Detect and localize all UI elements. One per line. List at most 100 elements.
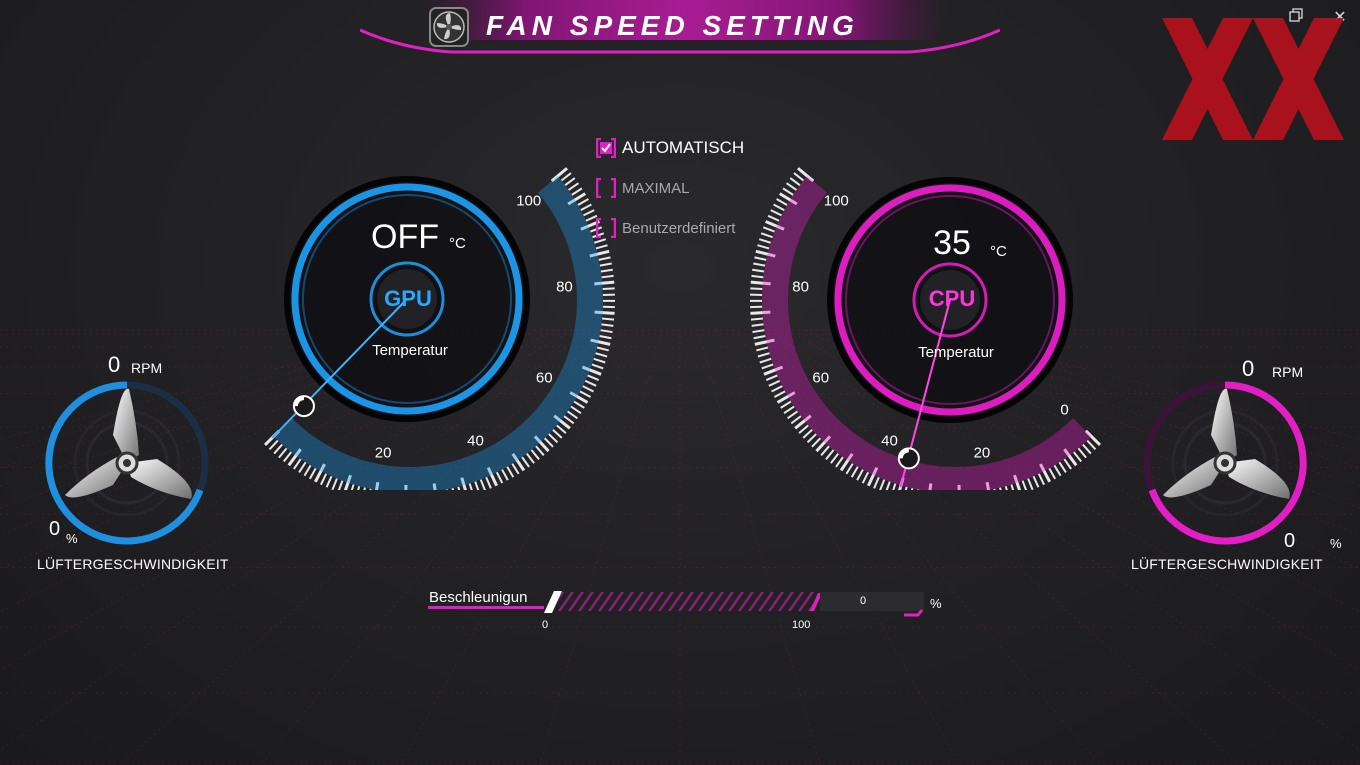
gauge-tick: [835, 456, 844, 468]
gauge-scale-label: 100: [516, 192, 541, 209]
gauge-tick: [1048, 467, 1057, 480]
gauge-tick: [552, 429, 563, 439]
left-fan-rpm-unit: RPM: [131, 360, 163, 376]
right-fan-rpm-value: 0: [1242, 356, 1255, 381]
gauge-tick: [577, 198, 589, 206]
gpu-label: GPU: [384, 286, 432, 311]
cpu-temperature-value: 35: [933, 224, 971, 262]
gauge-tick: [1077, 447, 1087, 459]
cpu-temperature-caption: Temperatur: [918, 344, 994, 361]
gauge-scale-label: 0: [1060, 402, 1068, 419]
mode-maximal-label: MAXIMAL: [622, 179, 690, 197]
acceleration-max-label: 100: [792, 619, 811, 631]
gauge-tick: [776, 198, 788, 206]
gauge-tick: [599, 335, 612, 340]
gauge-tick: [564, 177, 576, 187]
gauge-tick: [789, 177, 801, 187]
gauge-tick: [591, 363, 604, 370]
gauge-scale-label: 60: [536, 370, 553, 387]
right-fan-rpm-unit: RPM: [1272, 364, 1304, 380]
gauge-tick: [751, 274, 764, 279]
gauge-tick: [580, 203, 592, 212]
gauge-tick: [993, 488, 996, 490]
gauge-tick: [783, 405, 795, 414]
gauge-tick: [773, 203, 785, 212]
gauge-tick: [759, 357, 772, 364]
gauge-tick: [760, 232, 773, 239]
gauge-tick: [830, 453, 839, 464]
mode-maximal-checkbox[interactable]: MAXIMAL: [596, 178, 690, 198]
gauge-tick: [768, 379, 781, 387]
gpu-temperature-gauge: 020406080100: [263, 167, 616, 490]
gpu-temperature-caption: Temperatur: [372, 342, 448, 359]
gauge-tick: [761, 363, 774, 370]
gauge-tick: [579, 390, 592, 398]
gauge-tick: [571, 187, 583, 196]
left-fan-icon: [65, 388, 192, 499]
gauge-needle-knob: [292, 395, 315, 418]
gauge-tick: [1021, 480, 1028, 490]
gauge-tick: [325, 475, 333, 488]
gauge-tick: [787, 410, 798, 420]
gauge-tick: [917, 489, 920, 490]
gauge-tick: [350, 484, 355, 490]
gauge-tick: [543, 437, 554, 448]
gauge-tick: [825, 449, 835, 460]
gauge-tick: [782, 187, 794, 196]
gauge-tick: [765, 374, 778, 382]
gauge-tick: [568, 182, 580, 191]
gauge-tick: [780, 400, 792, 409]
mode-automatisch-label: AUTOMATISCH: [622, 138, 745, 157]
checkbox-checked-icon: [596, 138, 616, 158]
gauge-tick: [1058, 461, 1067, 473]
gauge-tick: [594, 238, 607, 244]
gauge-tick: [501, 469, 509, 481]
gauge-tick: [1032, 475, 1040, 488]
gauge-tick: [1086, 439, 1097, 451]
gauge-tick: [308, 467, 317, 480]
gauge-scale-label: 20: [375, 445, 392, 462]
gauge-tick: [511, 463, 520, 475]
gauge-tick: [904, 486, 908, 490]
right-fan-label: LÜFTERGESCHWINDIGKEIT: [1131, 556, 1323, 572]
gauge-tick: [598, 256, 611, 261]
acceleration-slider-handle[interactable]: [542, 588, 558, 614]
left-fan-percent-unit: %: [66, 531, 78, 546]
gauge-tick: [790, 415, 802, 425]
gauge-tick: [1082, 443, 1092, 455]
gauge-tick: [910, 488, 914, 490]
gauge-tick: [885, 481, 891, 490]
gauge-tick: [601, 274, 614, 279]
mode-automatisch-checkbox[interactable]: AUTOMATISCH: [596, 138, 744, 158]
gauge-tick: [573, 400, 585, 409]
gauge-tick: [602, 317, 615, 321]
right-fan-percent-unit: %: [1330, 536, 1342, 551]
acceleration-min-label: 0: [542, 619, 549, 631]
gauge-tick: [1010, 484, 1015, 490]
gauge-scale-label: 40: [881, 432, 898, 449]
gauge-tick: [331, 478, 338, 490]
gauge-tick: [793, 172, 805, 182]
gauge-tick: [600, 268, 613, 273]
gauge-tick: [451, 488, 455, 490]
gauge-scale-label: 80: [556, 278, 573, 295]
gauge-tick: [293, 458, 302, 470]
gauge-tick: [767, 214, 780, 222]
checkbox-unchecked-icon: [596, 178, 616, 198]
gauge-tick: [856, 469, 864, 481]
gauge-tick: [757, 352, 770, 358]
gauge-tick: [535, 445, 545, 456]
gauge-tick: [320, 473, 328, 486]
gauge-tick: [548, 433, 559, 444]
gauge-tick: [495, 471, 504, 484]
gauge-tick: [468, 483, 473, 490]
gauge-tick: [582, 385, 594, 393]
mode-benutzerdefiniert-label: Benutzerdefiniert: [622, 219, 736, 237]
gauge-tick: [1037, 473, 1045, 486]
mode-benutzerdefiniert-checkbox[interactable]: Benutzerdefiniert: [596, 218, 735, 238]
gauge-tick: [756, 346, 769, 352]
gauge-tick: [599, 262, 612, 267]
gauge-tick: [1027, 478, 1034, 490]
gauge-tick: [584, 379, 597, 387]
gauge-tick: [283, 451, 292, 463]
